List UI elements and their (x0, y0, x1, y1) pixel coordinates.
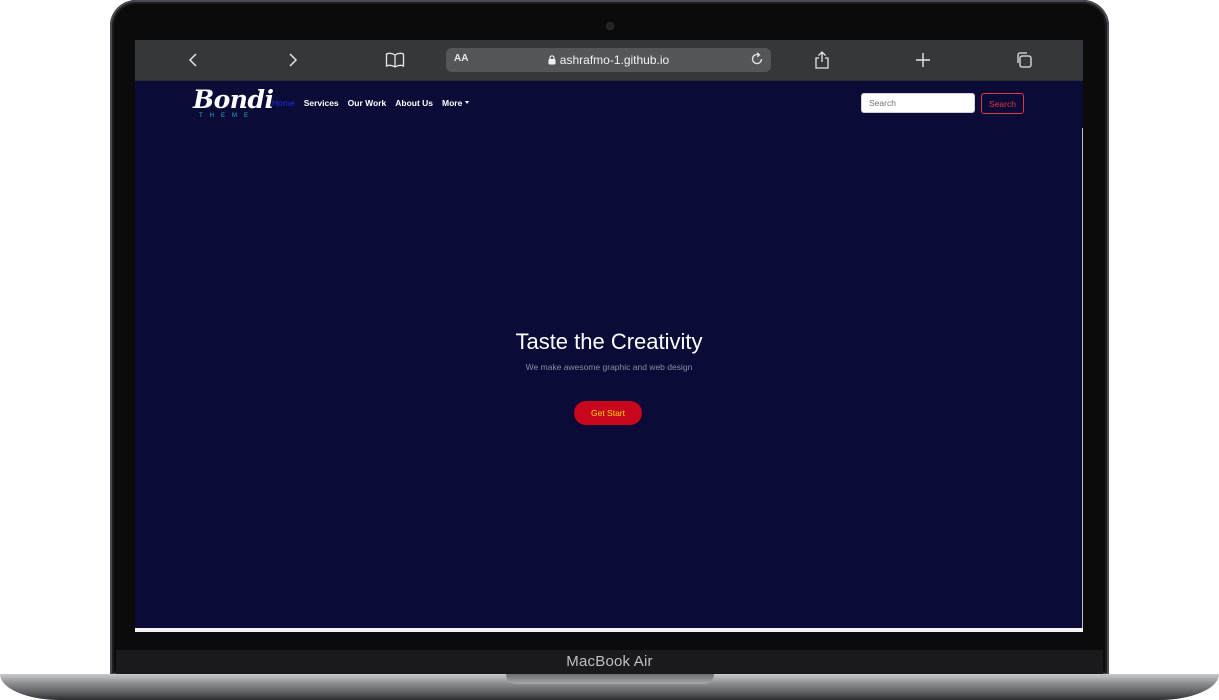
nav-links: Home Services Our Work About Us More (272, 98, 470, 108)
site-navbar: Bondi THEME Home Services Our Work About… (135, 80, 1083, 126)
reload-icon[interactable] (749, 51, 765, 67)
book-icon[interactable] (383, 48, 407, 72)
camera-icon (606, 22, 614, 30)
nav-item-our-work[interactable]: Our Work (348, 98, 387, 108)
nav-item-about-us[interactable]: About Us (395, 98, 433, 108)
lock-icon (548, 54, 556, 68)
nav-item-more-dropdown[interactable]: More (442, 98, 470, 108)
plus-icon[interactable] (911, 48, 935, 72)
logo-word: Bondi (193, 85, 274, 114)
caret-down-icon (465, 101, 470, 104)
hero-title: Taste the Creativity (515, 329, 703, 354)
nav-item-more-label: More (442, 98, 463, 108)
logo-subtitle: THEME (199, 113, 255, 119)
chevron-left-icon[interactable] (181, 48, 205, 72)
scroll-edge (1082, 128, 1083, 628)
page-bottom-edge (135, 628, 1083, 632)
device-label: MacBook Air (566, 653, 653, 670)
nav-item-home[interactable]: Home (272, 98, 295, 108)
browser-toolbar: AA ashrafmo-1.github.io (135, 40, 1083, 81)
laptop-notch (506, 674, 714, 684)
nav-item-services[interactable]: Services (304, 98, 339, 108)
tabs-icon[interactable] (1012, 48, 1036, 72)
hero-subtitle: We make awesome graphic and web design (525, 362, 693, 372)
screen: AA ashrafmo-1.github.io Bondi THEME Home… (135, 40, 1083, 632)
url-text: ashrafmo-1.github.io (559, 53, 670, 67)
search-input[interactable] (861, 93, 975, 113)
get-start-button[interactable]: Get Start (574, 401, 642, 425)
logo[interactable]: Bondi THEME (193, 85, 274, 121)
chevron-right-icon[interactable] (281, 48, 305, 72)
address-bar[interactable]: AA ashrafmo-1.github.io (446, 48, 771, 72)
search-button[interactable]: Search (981, 93, 1024, 114)
share-icon[interactable] (810, 48, 834, 72)
laptop-chin: MacBook Air (116, 650, 1103, 675)
